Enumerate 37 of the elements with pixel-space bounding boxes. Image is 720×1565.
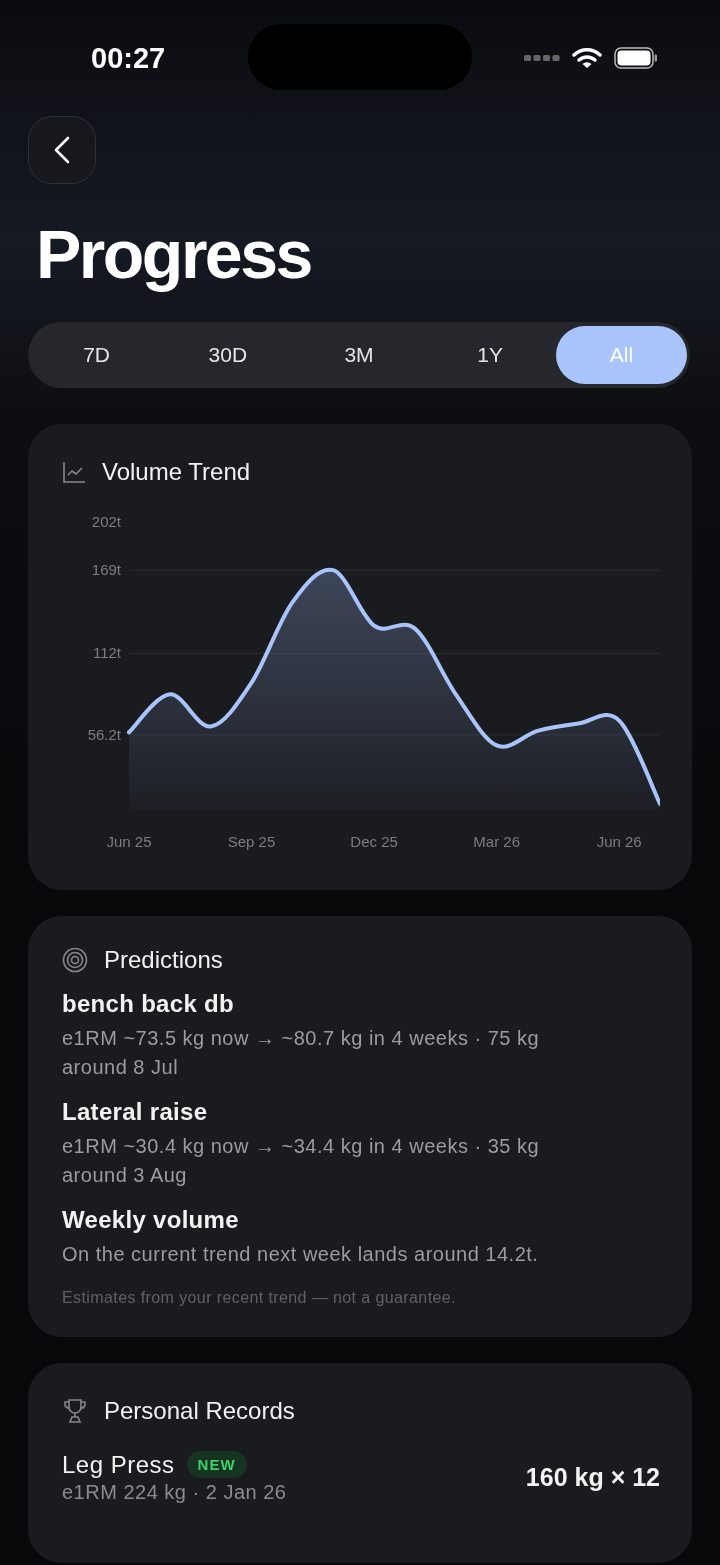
- new-badge: NEW: [186, 1451, 247, 1479]
- wifi-icon: [572, 47, 602, 69]
- prediction-text: e1RM ~73.5 kg now → ~80.7 kg in 4 weeks · 75 kg around 8 Jul: [62, 1025, 541, 1080]
- page-title: Progress: [36, 215, 312, 294]
- card-title: Personal Records: [104, 1396, 295, 1425]
- disclaimer-text: Estimates from your recent trend — not a guarantee.: [62, 1288, 457, 1307]
- record-detail: e1RM 224 kg · 2 Jan 26: [62, 1480, 287, 1504]
- record-name: Leg Press: [62, 1450, 175, 1479]
- y-axis-label: 169t: [91, 560, 121, 578]
- prediction-title: Lateral raise: [62, 1097, 209, 1126]
- card-title: Predictions: [104, 945, 223, 974]
- prediction-title: Weekly volume: [62, 1205, 240, 1234]
- y-axis-label: 56.2t: [87, 725, 121, 743]
- back-icon: [54, 136, 70, 164]
- y-axis-label: 202t: [91, 512, 121, 530]
- x-axis-label: Sep 25: [227, 832, 276, 850]
- x-axis-label: Dec 25: [350, 832, 398, 850]
- x-axis-label: Jun 26: [596, 832, 642, 850]
- y-axis-label: 112t: [92, 644, 121, 662]
- status-time: 00:27: [91, 41, 166, 75]
- range-tab[interactable]: 7D: [31, 325, 163, 384]
- range-tab[interactable]: 1Y: [424, 325, 556, 384]
- x-axis-label: Mar 26: [473, 832, 520, 850]
- back-button[interactable]: [28, 116, 96, 184]
- prediction-text: On the current trend next week lands around 14.2t.: [62, 1241, 540, 1267]
- trophy-icon: [62, 1397, 88, 1424]
- battery-icon: [614, 47, 658, 69]
- prediction-text: e1RM ~30.4 kg now → ~34.4 kg in 4 weeks · 35 kg around 3 Aug: [62, 1133, 541, 1188]
- range-tab[interactable]: 30D: [162, 325, 294, 384]
- x-axis-label: Jun 25: [106, 832, 152, 850]
- prediction-title: bench back db: [62, 989, 235, 1018]
- card-title: Volume Trend: [102, 457, 251, 486]
- target-icon: [62, 946, 88, 973]
- line-chart-icon: [62, 459, 86, 484]
- signal-icon: [524, 54, 560, 62]
- range-tab[interactable]: 3M: [293, 325, 425, 384]
- record-value: 160 kg × 12: [525, 1462, 660, 1492]
